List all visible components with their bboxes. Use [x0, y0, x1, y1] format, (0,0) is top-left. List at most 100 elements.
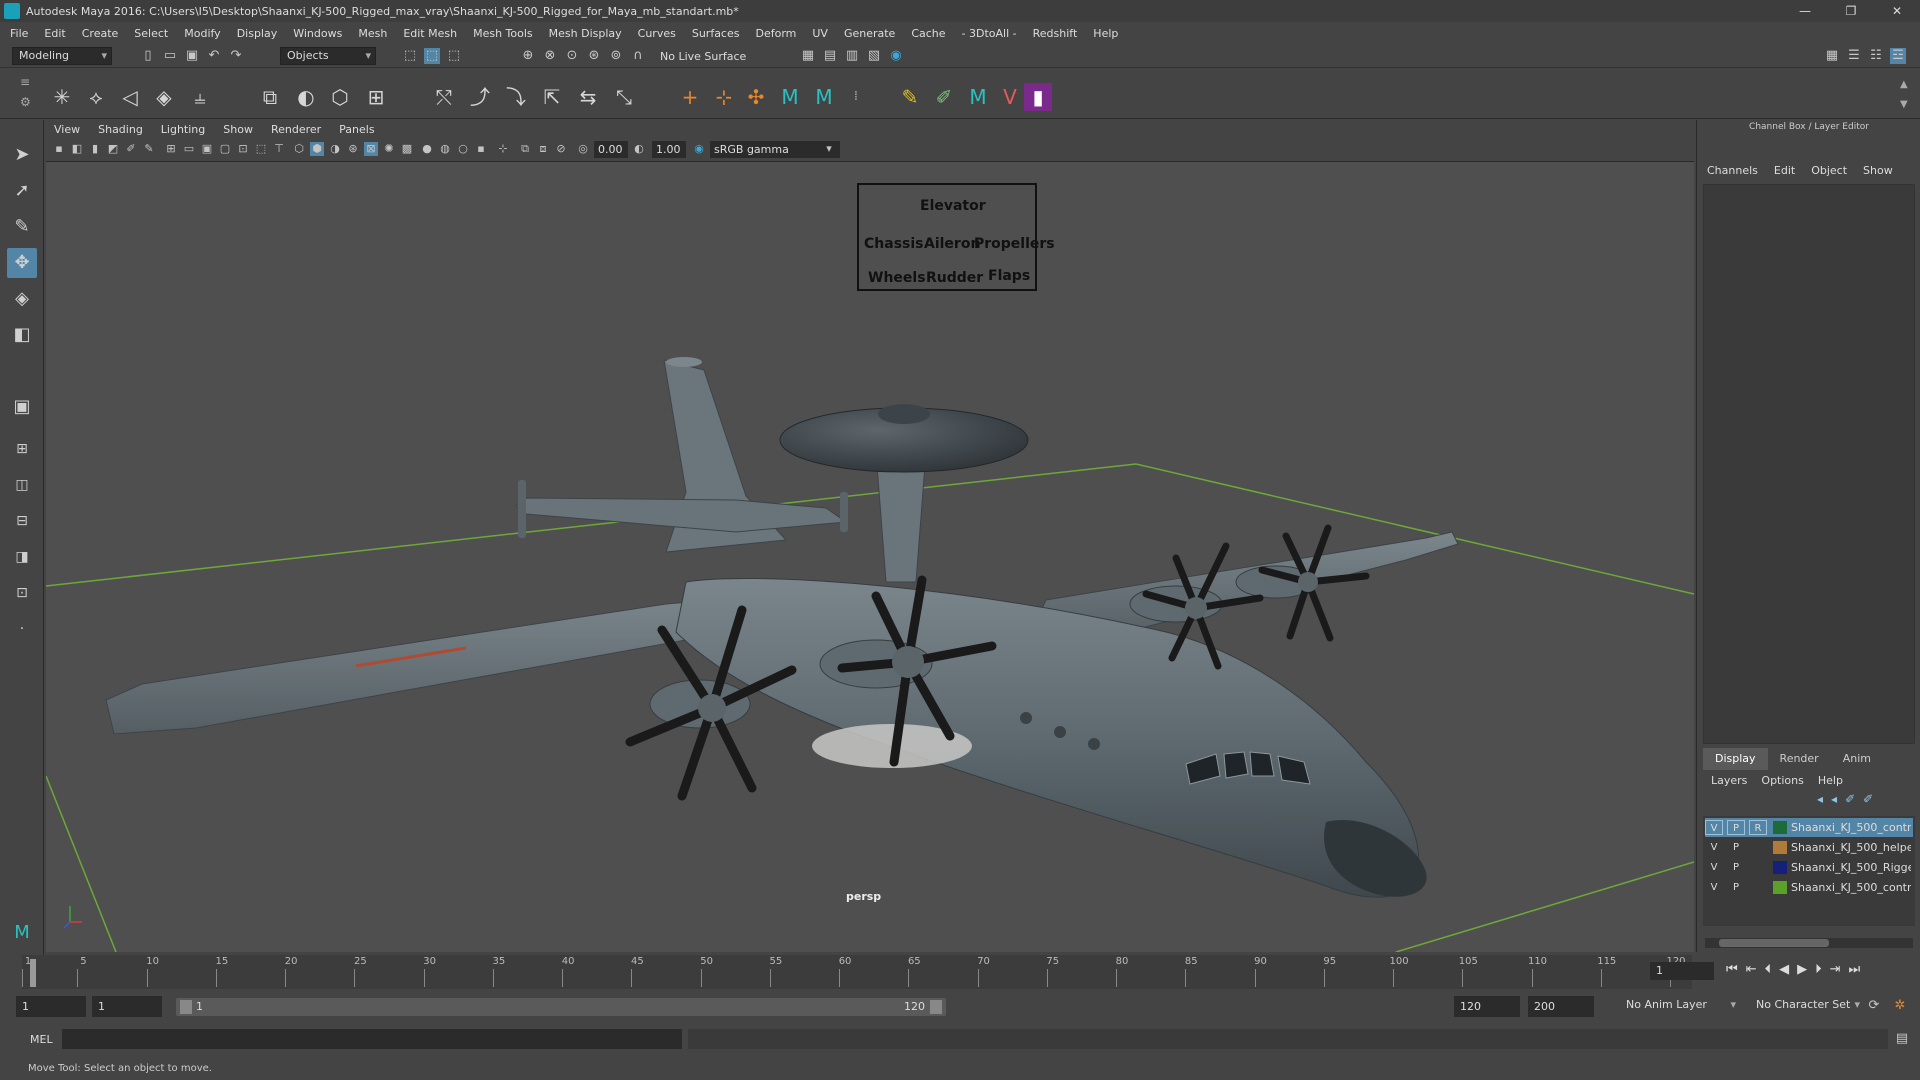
- gamma-field[interactable]: 1.00: [652, 141, 686, 158]
- motion-blur-icon[interactable]: ◍: [438, 142, 452, 156]
- magnet-icon[interactable]: ∩: [630, 48, 646, 64]
- auto-key-icon[interactable]: ⟳: [1866, 998, 1882, 1014]
- hypershade-icon[interactable]: ◉: [888, 48, 904, 64]
- grease-pencil-icon[interactable]: ✎: [142, 142, 156, 156]
- create-locator-icon[interactable]: ✳: [48, 83, 76, 111]
- render-settings-icon[interactable]: ▧: [866, 48, 882, 64]
- layer-visibility-toggle[interactable]: V: [1705, 880, 1723, 895]
- tool-settings-icon[interactable]: ☷: [1868, 48, 1884, 64]
- menu-create[interactable]: Create: [82, 27, 119, 40]
- shelf-menu-icon[interactable]: ≡: [20, 75, 30, 89]
- outliner-layout-icon[interactable]: ⊡: [7, 578, 37, 608]
- step-back-key-icon[interactable]: ⇤: [1746, 962, 1757, 977]
- cluster-icon[interactable]: ⟡: [82, 83, 110, 111]
- cb-menu-show[interactable]: Show: [1863, 164, 1893, 177]
- side-by-side-layout-icon[interactable]: ◫: [7, 470, 37, 500]
- grid-toggle-icon[interactable]: ⊞: [164, 142, 178, 156]
- layer-visibility-toggle[interactable]: V: [1705, 840, 1723, 855]
- ctrl-label-wheels[interactable]: Wheels: [868, 270, 926, 286]
- layer-color-swatch[interactable]: [1773, 861, 1787, 874]
- exposure-icon[interactable]: ◎: [576, 142, 590, 156]
- custom-layout-icon[interactable]: ·: [7, 614, 37, 644]
- scene-start-field[interactable]: 1: [16, 996, 86, 1017]
- menu-edit-mesh[interactable]: Edit Mesh: [403, 27, 457, 40]
- soft-mod-icon[interactable]: ⊞: [362, 83, 390, 111]
- attribute-editor-icon[interactable]: ☰: [1846, 48, 1862, 64]
- paint-tool-icon[interactable]: ✎: [896, 83, 924, 111]
- select-camera-icon[interactable]: ▪: [52, 142, 66, 156]
- move-layer-up-icon[interactable]: ◂: [1817, 792, 1823, 806]
- scene-end-field[interactable]: 200: [1528, 996, 1594, 1017]
- go-to-start-icon[interactable]: ⏮: [1726, 962, 1738, 977]
- shelf-scroll-down-icon[interactable]: ▼: [1900, 99, 1908, 110]
- safe-title-icon[interactable]: ⊤: [272, 142, 286, 156]
- ctrl-label-propellers[interactable]: Propellers: [974, 236, 1055, 252]
- persp-graph-layout-icon[interactable]: ⊟: [7, 506, 37, 536]
- menu-deform[interactable]: Deform: [755, 27, 796, 40]
- four-view-layout-icon[interactable]: ⊞: [7, 434, 37, 464]
- colorspace-dropdown-arrow-icon[interactable]: ▾: [822, 142, 836, 156]
- undo-icon[interactable]: ↶: [206, 48, 222, 64]
- menu-mesh[interactable]: Mesh: [358, 27, 387, 40]
- selection-mode-dropdown[interactable]: Objects: [280, 47, 376, 65]
- layer-visibility-toggle[interactable]: V: [1705, 860, 1723, 875]
- range-start-handle[interactable]: [180, 1000, 192, 1014]
- v-tool-icon[interactable]: V: [996, 83, 1024, 111]
- field-chart-icon[interactable]: ⊡: [236, 142, 250, 156]
- copy-weights-icon[interactable]: ⤡: [610, 83, 638, 111]
- ctrl-label-chassis[interactable]: Chassis: [864, 236, 924, 252]
- rotate-tool-icon[interactable]: ◈: [7, 284, 37, 314]
- render-view-icon[interactable]: ▦: [800, 48, 816, 64]
- menu-3dtoall[interactable]: - 3DtoAll -: [962, 27, 1017, 40]
- layer-color-swatch[interactable]: [1773, 841, 1787, 854]
- xray-components-icon[interactable]: ⊘: [554, 142, 568, 156]
- color-management-icon[interactable]: ◉: [692, 142, 706, 156]
- layer-playback-toggle[interactable]: P: [1727, 860, 1745, 875]
- maya-tool-icon-3[interactable]: M: [964, 83, 992, 111]
- minimize-button[interactable]: —: [1782, 0, 1828, 22]
- lasso-tool-icon[interactable]: ➚: [7, 176, 37, 206]
- menu-display[interactable]: Display: [237, 27, 278, 40]
- layer-playback-toggle[interactable]: P: [1727, 880, 1745, 895]
- playback-start-field[interactable]: 1: [92, 996, 162, 1017]
- layer-row[interactable]: V P Shaanxi_KJ_500_controllers: [1705, 878, 1913, 897]
- tab-display[interactable]: Display: [1703, 748, 1768, 770]
- layer-reference-toggle[interactable]: [1749, 840, 1767, 855]
- mirror-weights-icon[interactable]: ⇆: [574, 83, 602, 111]
- le-menu-help[interactable]: Help: [1818, 774, 1843, 787]
- select-object-icon[interactable]: ⬚: [424, 48, 440, 64]
- cb-menu-edit[interactable]: Edit: [1774, 164, 1795, 177]
- range-end-handle[interactable]: [930, 1000, 942, 1014]
- depth-of-field-icon[interactable]: ▪: [474, 142, 488, 156]
- snap-view-icon[interactable]: ⊛: [586, 48, 602, 64]
- step-forward-key-icon[interactable]: ⇥: [1830, 962, 1841, 977]
- scale-tool-icon[interactable]: ◧: [7, 320, 37, 350]
- panel-menu-show[interactable]: Show: [223, 123, 253, 136]
- gate-mask-icon[interactable]: ▢: [218, 142, 232, 156]
- layer-color-swatch[interactable]: [1773, 881, 1787, 894]
- script-editor-icon[interactable]: ▤: [1894, 1031, 1910, 1047]
- color-chart-icon[interactable]: ▮: [1024, 83, 1052, 111]
- open-scene-icon[interactable]: ▭: [162, 48, 178, 64]
- layer-name[interactable]: Shaanxi_KJ_500_controllers: [1791, 821, 1911, 834]
- wireframe-on-shaded-icon[interactable]: ⊛: [346, 142, 360, 156]
- layer-name[interactable]: Shaanxi_KJ_500_helpers: [1791, 841, 1911, 854]
- shadows-icon[interactable]: ▩: [400, 142, 414, 156]
- film-gate-icon[interactable]: ▭: [182, 142, 196, 156]
- menu-help[interactable]: Help: [1093, 27, 1118, 40]
- time-slider[interactable]: 1 5 10 15 20 25 30 35 40 45 50 55 60 65 70 75 80 85 90 95 10…: [22, 955, 1692, 989]
- panel-menu-view[interactable]: View: [54, 123, 80, 136]
- character-set-dropdown[interactable]: No Character Set: [1750, 997, 1864, 1015]
- save-scene-icon[interactable]: ▣: [184, 48, 200, 64]
- resolution-gate-icon[interactable]: ▣: [200, 142, 214, 156]
- camera-attributes-icon[interactable]: ◧: [70, 142, 84, 156]
- xray-joints-icon[interactable]: ⧈: [536, 142, 550, 156]
- screen-space-ao-icon[interactable]: ●: [420, 142, 434, 156]
- menu-modify[interactable]: Modify: [184, 27, 220, 40]
- lattice-icon[interactable]: ⧉: [256, 83, 284, 111]
- shelf-settings-icon[interactable]: ⚙: [20, 95, 31, 109]
- panel-menu-lighting[interactable]: Lighting: [161, 123, 205, 136]
- shelf-scroll-up-icon[interactable]: ▲: [1900, 79, 1908, 90]
- ctrl-label-flaps[interactable]: Flaps: [988, 268, 1030, 284]
- layer-reference-toggle[interactable]: R: [1749, 820, 1767, 835]
